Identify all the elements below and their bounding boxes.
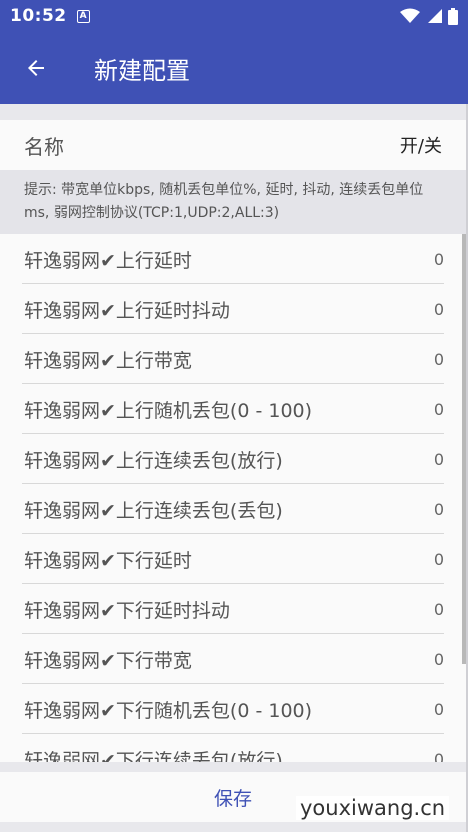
list-item[interactable]: 轩逸弱网✔上行连续丢包(丢包) 0 xyxy=(0,484,466,534)
list-item[interactable]: 轩逸弱网✔下行连续丢包(放行) 0 xyxy=(0,734,466,763)
row-value[interactable]: 0 xyxy=(434,700,444,719)
row-label: 轩逸弱网✔下行延时抖动 xyxy=(24,599,230,622)
app-bar: 新建配置 xyxy=(0,32,468,104)
list-item[interactable]: 轩逸弱网✔上行延时抖动 0 xyxy=(0,284,466,334)
save-button[interactable]: 保存 xyxy=(214,784,252,811)
page-title: 新建配置 xyxy=(94,56,190,85)
row-value[interactable]: 0 xyxy=(434,250,444,269)
row-value[interactable]: 0 xyxy=(434,350,444,369)
config-list[interactable]: 轩逸弱网✔上行延时 0 轩逸弱网✔上行延时抖动 0 轩逸弱网✔上行带宽 0 轩逸… xyxy=(0,234,466,762)
arrow-left-icon xyxy=(28,60,44,76)
watermark: youxiwang.cn xyxy=(296,796,450,820)
row-label: 轩逸弱网✔下行随机丢包(0 - 100) xyxy=(24,699,313,722)
row-label: 轩逸弱网✔下行带宽 xyxy=(24,649,192,672)
row-value[interactable]: 0 xyxy=(434,500,444,519)
signal-icon xyxy=(428,9,442,23)
row-label: 轩逸弱网✔下行连续丢包(放行) xyxy=(24,749,283,763)
row-label: 轩逸弱网✔上行连续丢包(放行) xyxy=(24,449,283,472)
row-value[interactable]: 0 xyxy=(434,450,444,469)
name-label: 名称 xyxy=(24,134,64,159)
row-value[interactable]: 0 xyxy=(434,400,444,419)
row-label: 轩逸弱网✔下行延时 xyxy=(24,549,192,572)
row-label: 轩逸弱网✔上行延时抖动 xyxy=(24,299,230,322)
list-item[interactable]: 轩逸弱网✔上行随机丢包(0 - 100) 0 xyxy=(0,384,466,434)
list-item[interactable]: 轩逸弱网✔下行延时抖动 0 xyxy=(0,584,466,634)
config-header-row: 名称 开/关 xyxy=(0,120,466,170)
row-label: 轩逸弱网✔上行随机丢包(0 - 100) xyxy=(24,399,313,422)
list-item[interactable]: 轩逸弱网✔下行随机丢包(0 - 100) 0 xyxy=(0,684,466,734)
list-item[interactable]: 轩逸弱网✔下行延时 0 xyxy=(0,534,466,584)
row-value[interactable]: 0 xyxy=(434,600,444,619)
status-bar: 10:52 A xyxy=(0,0,468,32)
row-label: 轩逸弱网✔上行带宽 xyxy=(24,349,192,372)
row-value[interactable]: 0 xyxy=(434,650,444,669)
status-time: 10:52 xyxy=(10,6,67,26)
row-label: 轩逸弱网✔上行延时 xyxy=(24,249,192,272)
battery-icon xyxy=(448,7,458,25)
toggle-label[interactable]: 开/关 xyxy=(400,132,442,158)
wifi-icon xyxy=(400,8,420,23)
row-value[interactable]: 0 xyxy=(434,300,444,319)
status-icons xyxy=(400,7,458,25)
hint-text: 提示: 带宽单位kbps, 随机丢包单位%, 延时, 抖动, 连续丢包单位ms,… xyxy=(0,170,466,234)
row-value[interactable]: 0 xyxy=(434,750,444,763)
row-label: 轩逸弱网✔上行连续丢包(丢包) xyxy=(24,499,283,522)
list-item[interactable]: 轩逸弱网✔上行延时 0 xyxy=(0,234,466,284)
row-value[interactable]: 0 xyxy=(434,550,444,569)
notification-icon: A xyxy=(76,9,90,23)
list-item[interactable]: 轩逸弱网✔上行连续丢包(放行) 0 xyxy=(0,434,466,484)
list-item[interactable]: 轩逸弱网✔上行带宽 0 xyxy=(0,334,466,384)
list-item[interactable]: 轩逸弱网✔下行带宽 0 xyxy=(0,634,466,684)
back-button[interactable] xyxy=(0,32,72,104)
